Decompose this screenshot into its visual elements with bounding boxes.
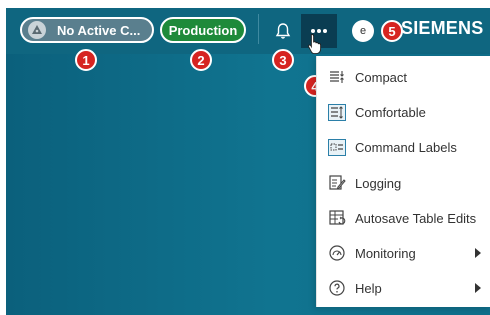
menu-item-label: Compact <box>355 69 408 85</box>
hand-pointer-cursor-icon <box>308 34 322 55</box>
environment-badge[interactable]: Production <box>160 17 246 43</box>
menu-item-logging[interactable]: Logging <box>317 166 490 200</box>
user-avatar[interactable]: e <box>352 20 374 42</box>
autosave-table-icon <box>327 209 347 227</box>
context-icon <box>28 21 46 39</box>
menu-item-compact[interactable]: Compact <box>317 60 490 94</box>
menu-item-comfortable[interactable]: Comfortable <box>317 95 490 129</box>
logging-icon <box>327 174 347 192</box>
menu-item-label: Comfortable <box>355 104 426 120</box>
comfortable-density-icon <box>327 103 347 121</box>
menu-item-label: Monitoring <box>355 245 416 261</box>
callout-badge-5: 5 <box>381 20 403 42</box>
menu-item-label: Autosave Table Edits <box>355 210 477 226</box>
monitoring-icon <box>327 244 347 262</box>
submenu-arrow-icon <box>475 248 481 258</box>
callout-badge-2: 2 <box>190 49 212 71</box>
callout-badge-3: 3 <box>272 49 294 71</box>
menu-item-command-labels[interactable]: Command Labels <box>317 130 490 164</box>
menu-item-label: Command Labels <box>355 139 457 155</box>
menu-item-label: Logging <box>355 175 402 191</box>
callout-badge-1: 1 <box>75 49 97 71</box>
context-label: No Active C... <box>57 22 141 38</box>
siemens-logo: SIEMENS <box>401 18 484 38</box>
app-window: No Active C... Production e SIEMENS 1 2 … <box>0 0 490 315</box>
notifications-bell-icon[interactable] <box>273 21 293 41</box>
menu-item-monitoring[interactable]: Monitoring <box>317 236 490 270</box>
header-divider <box>258 14 259 44</box>
active-context-selector[interactable]: No Active C... <box>20 17 154 43</box>
menu-item-autosave-table-edits[interactable]: Autosave Table Edits <box>317 201 490 235</box>
menu-item-help[interactable]: Help <box>317 271 490 305</box>
environment-label: Production <box>168 22 238 38</box>
command-labels-icon <box>327 138 347 156</box>
submenu-arrow-icon <box>475 283 481 293</box>
menu-item-label: Help <box>355 280 382 296</box>
compact-density-icon <box>327 68 347 86</box>
overflow-menu: Compact Comfortable Command Labels Loggi… <box>316 56 490 307</box>
help-icon <box>327 279 347 297</box>
